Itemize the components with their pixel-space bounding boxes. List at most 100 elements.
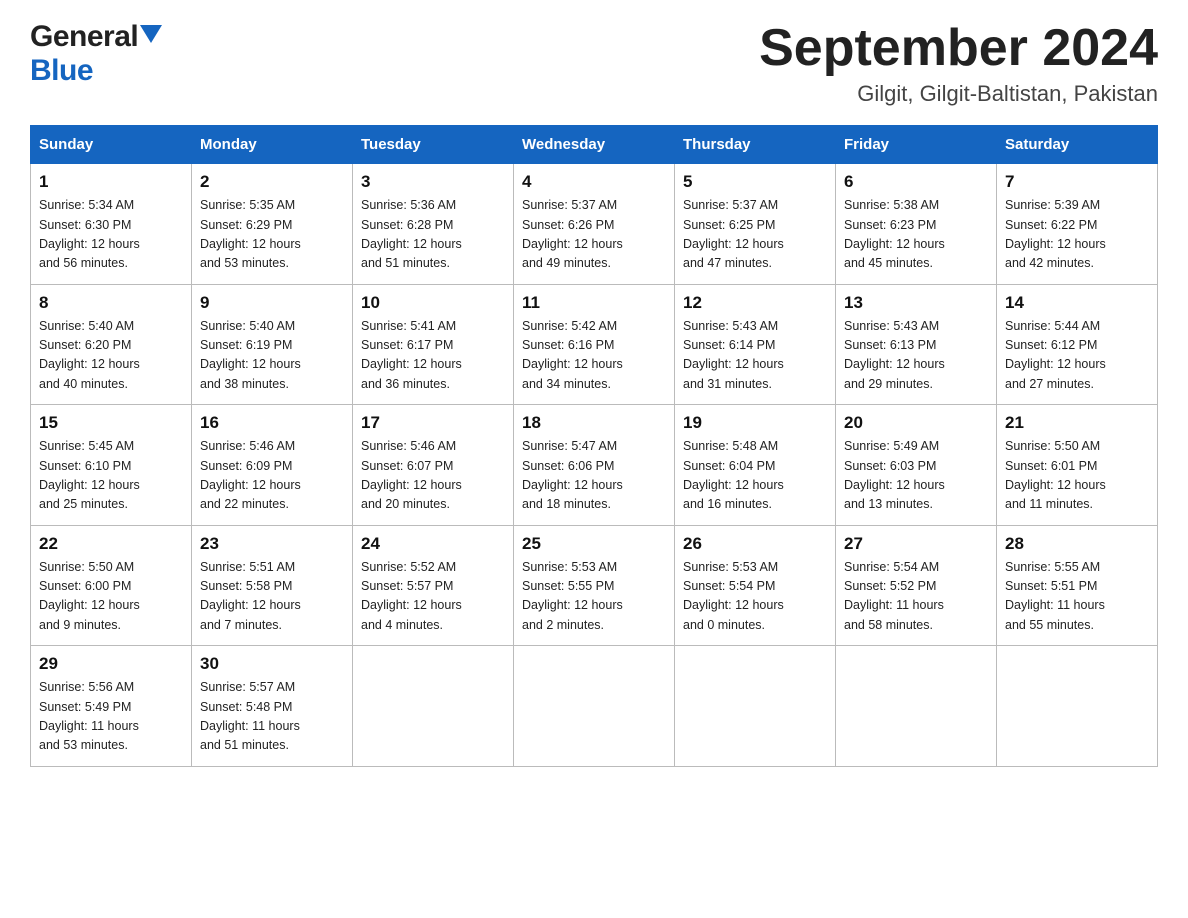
col-thursday: Thursday xyxy=(675,126,836,164)
day-number: 21 xyxy=(1005,413,1149,433)
logo: General Blue xyxy=(30,20,162,88)
day-number: 12 xyxy=(683,293,827,313)
day-number: 15 xyxy=(39,413,183,433)
table-row: 5 Sunrise: 5:37 AMSunset: 6:25 PMDayligh… xyxy=(675,164,836,285)
table-row xyxy=(675,646,836,767)
table-row xyxy=(353,646,514,767)
table-row xyxy=(997,646,1158,767)
day-number: 22 xyxy=(39,534,183,554)
table-row: 9 Sunrise: 5:40 AMSunset: 6:19 PMDayligh… xyxy=(192,284,353,405)
day-number: 18 xyxy=(522,413,666,433)
table-row: 1 Sunrise: 5:34 AMSunset: 6:30 PMDayligh… xyxy=(31,164,192,285)
day-info: Sunrise: 5:49 AMSunset: 6:03 PMDaylight:… xyxy=(844,437,988,515)
day-number: 4 xyxy=(522,172,666,192)
day-info: Sunrise: 5:46 AMSunset: 6:09 PMDaylight:… xyxy=(200,437,344,515)
day-number: 17 xyxy=(361,413,505,433)
col-sunday: Sunday xyxy=(31,126,192,164)
day-number: 3 xyxy=(361,172,505,192)
calendar-title: September 2024 xyxy=(759,20,1158,77)
day-info: Sunrise: 5:39 AMSunset: 6:22 PMDaylight:… xyxy=(1005,196,1149,274)
table-row: 17 Sunrise: 5:46 AMSunset: 6:07 PMDaylig… xyxy=(353,405,514,526)
calendar-week-row: 29 Sunrise: 5:56 AMSunset: 5:49 PMDaylig… xyxy=(31,646,1158,767)
calendar-week-row: 1 Sunrise: 5:34 AMSunset: 6:30 PMDayligh… xyxy=(31,164,1158,285)
title-block: September 2024 Gilgit, Gilgit-Baltistan,… xyxy=(759,20,1158,107)
day-info: Sunrise: 5:43 AMSunset: 6:13 PMDaylight:… xyxy=(844,317,988,395)
day-info: Sunrise: 5:56 AMSunset: 5:49 PMDaylight:… xyxy=(39,678,183,756)
day-info: Sunrise: 5:35 AMSunset: 6:29 PMDaylight:… xyxy=(200,196,344,274)
day-number: 11 xyxy=(522,293,666,313)
col-friday: Friday xyxy=(836,126,997,164)
table-row: 28 Sunrise: 5:55 AMSunset: 5:51 PMDaylig… xyxy=(997,525,1158,646)
table-row: 6 Sunrise: 5:38 AMSunset: 6:23 PMDayligh… xyxy=(836,164,997,285)
calendar-header-row: Sunday Monday Tuesday Wednesday Thursday… xyxy=(31,126,1158,164)
day-info: Sunrise: 5:36 AMSunset: 6:28 PMDaylight:… xyxy=(361,196,505,274)
table-row: 30 Sunrise: 5:57 AMSunset: 5:48 PMDaylig… xyxy=(192,646,353,767)
day-number: 10 xyxy=(361,293,505,313)
col-wednesday: Wednesday xyxy=(514,126,675,164)
day-info: Sunrise: 5:44 AMSunset: 6:12 PMDaylight:… xyxy=(1005,317,1149,395)
table-row: 21 Sunrise: 5:50 AMSunset: 6:01 PMDaylig… xyxy=(997,405,1158,526)
calendar-location: Gilgit, Gilgit-Baltistan, Pakistan xyxy=(759,81,1158,107)
table-row: 19 Sunrise: 5:48 AMSunset: 6:04 PMDaylig… xyxy=(675,405,836,526)
table-row: 7 Sunrise: 5:39 AMSunset: 6:22 PMDayligh… xyxy=(997,164,1158,285)
day-info: Sunrise: 5:47 AMSunset: 6:06 PMDaylight:… xyxy=(522,437,666,515)
table-row xyxy=(836,646,997,767)
day-number: 23 xyxy=(200,534,344,554)
day-info: Sunrise: 5:41 AMSunset: 6:17 PMDaylight:… xyxy=(361,317,505,395)
calendar-table: Sunday Monday Tuesday Wednesday Thursday… xyxy=(30,125,1158,767)
table-row: 18 Sunrise: 5:47 AMSunset: 6:06 PMDaylig… xyxy=(514,405,675,526)
table-row: 11 Sunrise: 5:42 AMSunset: 6:16 PMDaylig… xyxy=(514,284,675,405)
day-number: 1 xyxy=(39,172,183,192)
day-number: 19 xyxy=(683,413,827,433)
day-info: Sunrise: 5:53 AMSunset: 5:54 PMDaylight:… xyxy=(683,558,827,636)
table-row: 27 Sunrise: 5:54 AMSunset: 5:52 PMDaylig… xyxy=(836,525,997,646)
table-row: 25 Sunrise: 5:53 AMSunset: 5:55 PMDaylig… xyxy=(514,525,675,646)
table-row: 12 Sunrise: 5:43 AMSunset: 6:14 PMDaylig… xyxy=(675,284,836,405)
day-number: 2 xyxy=(200,172,344,192)
calendar-week-row: 15 Sunrise: 5:45 AMSunset: 6:10 PMDaylig… xyxy=(31,405,1158,526)
day-info: Sunrise: 5:55 AMSunset: 5:51 PMDaylight:… xyxy=(1005,558,1149,636)
day-info: Sunrise: 5:46 AMSunset: 6:07 PMDaylight:… xyxy=(361,437,505,515)
day-number: 25 xyxy=(522,534,666,554)
day-info: Sunrise: 5:43 AMSunset: 6:14 PMDaylight:… xyxy=(683,317,827,395)
day-info: Sunrise: 5:38 AMSunset: 6:23 PMDaylight:… xyxy=(844,196,988,274)
day-info: Sunrise: 5:57 AMSunset: 5:48 PMDaylight:… xyxy=(200,678,344,756)
day-info: Sunrise: 5:50 AMSunset: 6:01 PMDaylight:… xyxy=(1005,437,1149,515)
day-number: 20 xyxy=(844,413,988,433)
day-number: 24 xyxy=(361,534,505,554)
day-info: Sunrise: 5:52 AMSunset: 5:57 PMDaylight:… xyxy=(361,558,505,636)
day-info: Sunrise: 5:48 AMSunset: 6:04 PMDaylight:… xyxy=(683,437,827,515)
day-info: Sunrise: 5:54 AMSunset: 5:52 PMDaylight:… xyxy=(844,558,988,636)
table-row: 8 Sunrise: 5:40 AMSunset: 6:20 PMDayligh… xyxy=(31,284,192,405)
logo-triangle-icon xyxy=(140,25,162,47)
col-tuesday: Tuesday xyxy=(353,126,514,164)
day-info: Sunrise: 5:34 AMSunset: 6:30 PMDaylight:… xyxy=(39,196,183,274)
table-row xyxy=(514,646,675,767)
day-info: Sunrise: 5:53 AMSunset: 5:55 PMDaylight:… xyxy=(522,558,666,636)
day-info: Sunrise: 5:42 AMSunset: 6:16 PMDaylight:… xyxy=(522,317,666,395)
logo-general-text: General xyxy=(30,20,138,54)
table-row: 26 Sunrise: 5:53 AMSunset: 5:54 PMDaylig… xyxy=(675,525,836,646)
table-row: 20 Sunrise: 5:49 AMSunset: 6:03 PMDaylig… xyxy=(836,405,997,526)
day-number: 28 xyxy=(1005,534,1149,554)
day-number: 7 xyxy=(1005,172,1149,192)
table-row: 23 Sunrise: 5:51 AMSunset: 5:58 PMDaylig… xyxy=(192,525,353,646)
table-row: 2 Sunrise: 5:35 AMSunset: 6:29 PMDayligh… xyxy=(192,164,353,285)
day-number: 30 xyxy=(200,654,344,674)
table-row: 4 Sunrise: 5:37 AMSunset: 6:26 PMDayligh… xyxy=(514,164,675,285)
day-info: Sunrise: 5:50 AMSunset: 6:00 PMDaylight:… xyxy=(39,558,183,636)
day-number: 13 xyxy=(844,293,988,313)
calendar-week-row: 22 Sunrise: 5:50 AMSunset: 6:00 PMDaylig… xyxy=(31,525,1158,646)
col-monday: Monday xyxy=(192,126,353,164)
day-number: 26 xyxy=(683,534,827,554)
table-row: 14 Sunrise: 5:44 AMSunset: 6:12 PMDaylig… xyxy=(997,284,1158,405)
table-row: 13 Sunrise: 5:43 AMSunset: 6:13 PMDaylig… xyxy=(836,284,997,405)
col-saturday: Saturday xyxy=(997,126,1158,164)
table-row: 16 Sunrise: 5:46 AMSunset: 6:09 PMDaylig… xyxy=(192,405,353,526)
day-info: Sunrise: 5:51 AMSunset: 5:58 PMDaylight:… xyxy=(200,558,344,636)
day-info: Sunrise: 5:40 AMSunset: 6:20 PMDaylight:… xyxy=(39,317,183,395)
table-row: 3 Sunrise: 5:36 AMSunset: 6:28 PMDayligh… xyxy=(353,164,514,285)
table-row: 29 Sunrise: 5:56 AMSunset: 5:49 PMDaylig… xyxy=(31,646,192,767)
table-row: 22 Sunrise: 5:50 AMSunset: 6:00 PMDaylig… xyxy=(31,525,192,646)
table-row: 15 Sunrise: 5:45 AMSunset: 6:10 PMDaylig… xyxy=(31,405,192,526)
